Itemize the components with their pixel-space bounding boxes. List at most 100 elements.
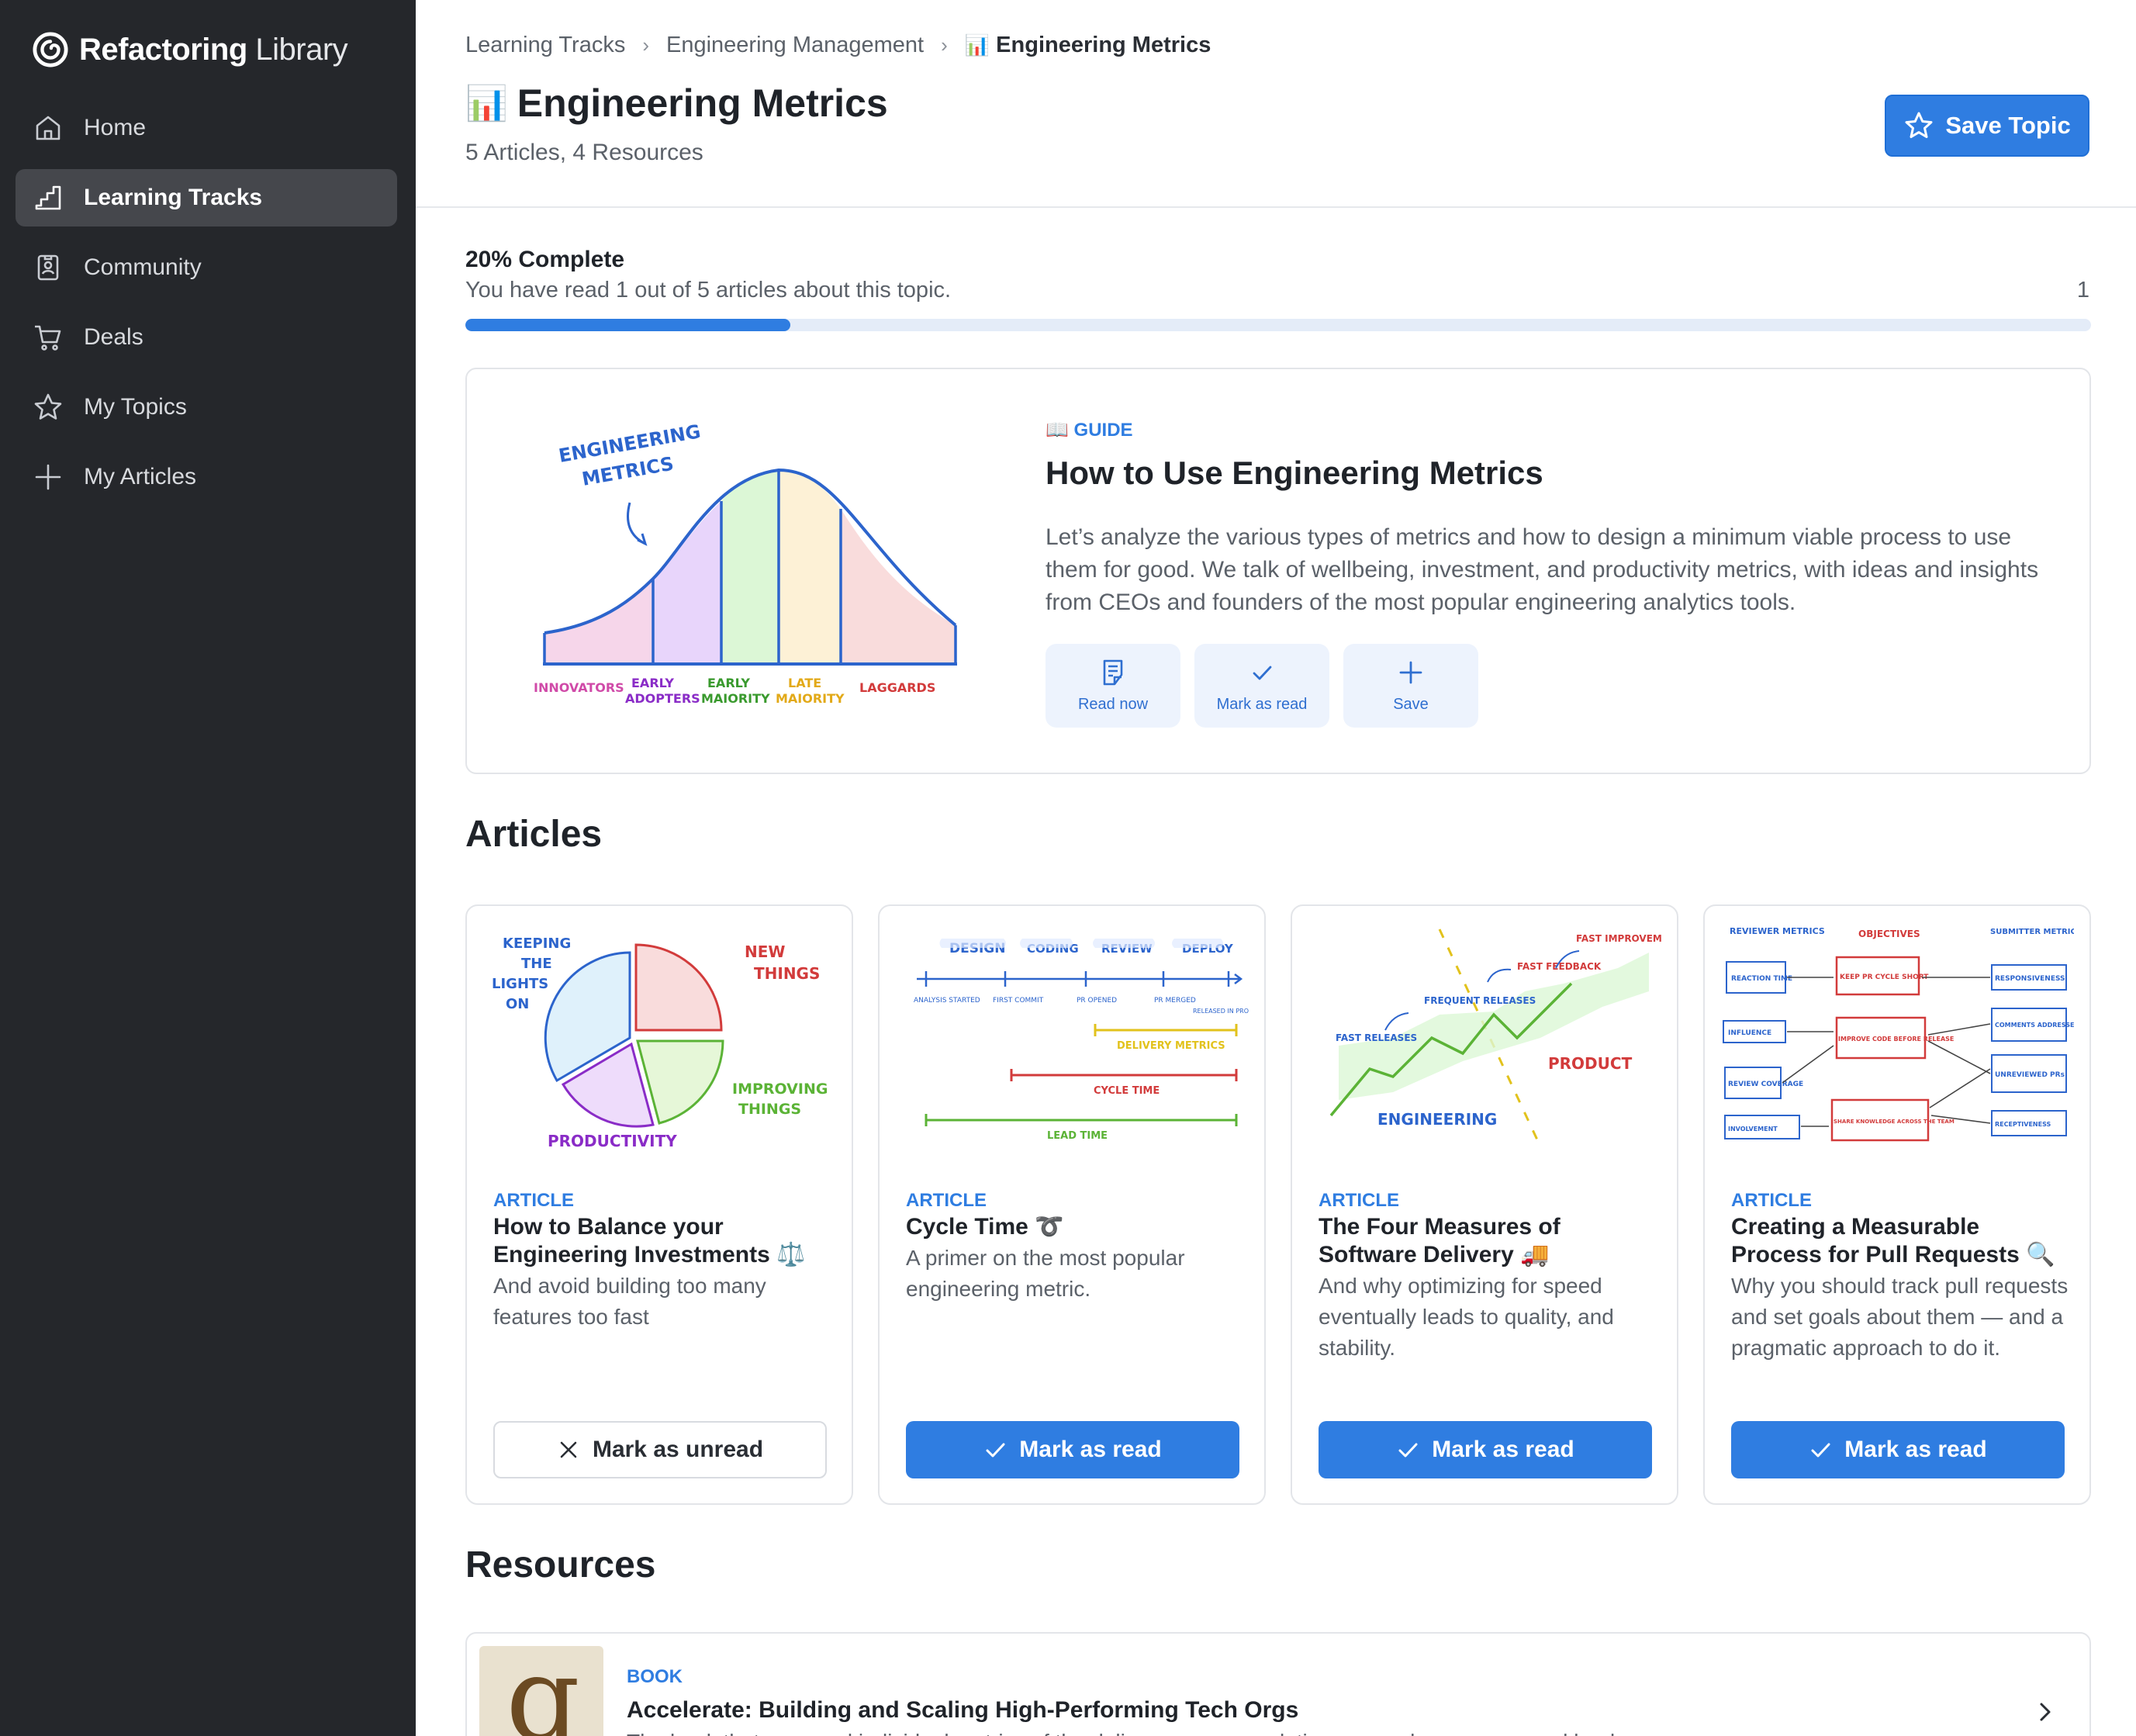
stairs-icon [35,185,61,210]
article-title[interactable]: Cycle Time ➰ [906,1213,1247,1241]
guide-description: Let’s analyze the various types of metri… [1046,524,2039,615]
svg-text:KEEPING: KEEPING [503,935,571,952]
sidebar-item-label: My Articles [84,464,197,489]
svg-text:SHARE KNOWLEDGE ACROSS THE TEA: SHARE KNOWLEDGE ACROSS THE TEAM [1834,1119,1955,1125]
article-kicker: ARTICLE [906,1190,987,1211]
sidebar-item-community[interactable]: Community [16,239,397,296]
guide-title[interactable]: How to Use Engineering Metrics [1046,455,1543,492]
badge-icon [37,254,59,281]
svg-text:INFLUENCE: INFLUENCE [1728,1029,1771,1037]
cycle-time-illustration: DESIGN CODING REVIEW DEPLOY ANALYSIS STA… [914,939,1249,1142]
page-header: Learning Tracks › Engineering Management… [416,0,2136,208]
article-card[interactable]: REVIEWER METRICS OBJECTIVES SUBMITTER ME… [1703,904,2091,1505]
article-card[interactable]: KEEPING THE LIGHTS ON NEW THINGS IMPROVI… [465,904,853,1505]
mark-as-read-button[interactable]: Mark as read [1731,1421,2065,1478]
close-icon [560,1441,577,1458]
button-label: Mark as unread [592,1437,764,1462]
article-description: A primer on the most popular engineering… [906,1246,1185,1301]
mark-as-read-button[interactable]: Mark as read [1319,1421,1652,1478]
mark-as-read-label: Mark as read [1216,695,1308,713]
article-title[interactable]: Creating a Measurable Process for Pull R… [1731,1213,2072,1269]
progress-bar-fill [465,319,791,331]
save-topic-button[interactable]: Save Topic [1885,95,2089,157]
sidebar-item-deals[interactable]: Deals [16,309,397,366]
svg-text:FIRST COMMIT: FIRST COMMIT [993,997,1044,1005]
guide-kicker: 📖 GUIDE [1046,420,1133,441]
svg-text:THINGS: THINGS [738,1101,801,1118]
article-description: And avoid building too many features too… [493,1274,766,1329]
sidebar-nav: Home Learning Tracks Community Deals My … [16,99,397,518]
thumb-letter: g [506,1646,581,1736]
article-title[interactable]: How to Balance your Engineering Investme… [493,1213,835,1269]
sidebar-item-label: Deals [84,324,143,350]
mark-as-read-button[interactable]: Mark as read [906,1421,1239,1478]
breadcrumb-item-engineering-management[interactable]: Engineering Management [666,33,924,58]
svg-text:RESPONSIVENESS: RESPONSIVENESS [1995,975,2065,983]
breadcrumb: Learning Tracks › Engineering Management… [465,33,1211,58]
save-guide-label: Save [1393,695,1429,713]
progress-title: 20% Complete [465,247,625,272]
breadcrumb-emoji: 📊 [964,33,990,57]
svg-text:MAJORITY: MAJORITY [776,691,845,703]
brand-logo-link[interactable]: Refactoring Library [33,29,348,70]
sidebar-item-my-articles[interactable]: My Articles [16,448,397,506]
svg-text:LAGGARDS: LAGGARDS [859,680,935,695]
guide-card[interactable]: ENGINEERING METRICS INNOVATORS EARLY ADO… [465,368,2091,774]
svg-text:DELIVERY METRICS: DELIVERY METRICS [1117,1040,1225,1052]
svg-text:PRODUCTIVITY: PRODUCTIVITY [548,1132,677,1150]
chevron-right-icon[interactable] [2032,1699,2058,1725]
sidebar-item-learning-tracks[interactable]: Learning Tracks [16,169,397,227]
svg-text:PR OPENED: PR OPENED [1077,997,1117,1005]
read-now-button[interactable]: Read now [1046,644,1180,728]
main-content: Learning Tracks › Engineering Management… [416,0,2136,1736]
title-text: Engineering Metrics [517,81,888,125]
svg-text:SUBMITTER METRICS: SUBMITTER METRICS [1990,928,2074,936]
spiral-logo-icon [33,32,68,67]
button-label: Mark as read [1432,1437,1574,1462]
svg-text:ANALYSIS STARTED: ANALYSIS STARTED [914,997,980,1005]
svg-text:EARLY: EARLY [631,676,674,690]
mark-as-read-button[interactable]: Mark as read [1194,644,1329,728]
svg-text:FAST IMPROVEMENTS: FAST IMPROVEMENTS [1576,933,1661,944]
svg-text:NEW: NEW [745,942,785,961]
svg-text:EARLY: EARLY [707,676,750,690]
home-icon [36,116,60,140]
star-icon [1905,112,1933,138]
svg-text:FAST RELEASES: FAST RELEASES [1336,1032,1417,1043]
resource-card[interactable]: g BOOK Accelerate: Building and Scaling … [465,1632,2091,1736]
svg-text:UNREVIEWED PRs: UNREVIEWED PRs [1995,1071,2065,1079]
svg-text:CYCLE TIME: CYCLE TIME [1094,1085,1160,1097]
svg-text:PRODUCT: PRODUCT [1548,1054,1633,1073]
pull-request-metrics-illustration: REVIEWER METRICS OBJECTIVES SUBMITTER ME… [1723,926,2074,1142]
brand-name: Refactoring Library [79,32,348,67]
article-card[interactable]: DESIGN CODING REVIEW DEPLOY ANALYSIS STA… [878,904,1266,1505]
mark-as-unread-button[interactable]: Mark as unread [493,1421,827,1478]
button-label: Mark as read [1019,1437,1162,1462]
svg-text:KEEP PR CYCLE SHORT: KEEP PR CYCLE SHORT [1840,973,1929,981]
breadcrumb-item-current: Engineering Metrics [996,33,1211,57]
svg-text:ON: ON [506,996,529,1012]
breadcrumb-item-learning-tracks[interactable]: Learning Tracks [465,33,625,58]
save-guide-button[interactable]: Save [1343,644,1478,728]
svg-text:RELEASED IN PRODUCTION: RELEASED IN PRODUCTION [1193,1008,1249,1015]
progress-count: 1 [2076,278,2089,303]
software-delivery-illustration: FAST RELEASES FREQUENT RELEASES FAST FEE… [1329,929,1661,1147]
save-topic-label: Save Topic [1945,112,2071,139]
sidebar-item-label: Community [84,254,202,280]
title-emoji: 📊 [465,85,508,123]
resource-title[interactable]: Accelerate: Building and Scaling High-Pe… [627,1697,1298,1724]
sidebar-item-my-topics[interactable]: My Topics [16,379,397,436]
svg-text:INNOVATORS: INNOVATORS [534,680,624,695]
svg-text:RECEPTIVENESS: RECEPTIVENESS [1995,1121,2051,1128]
cart-icon [35,325,61,351]
check-icon [1398,1443,1418,1458]
read-now-label: Read now [1077,695,1149,713]
check-icon [1811,1443,1830,1458]
progress-bar [465,319,2091,331]
progress-description: You have read 1 out of 5 articles about … [465,278,952,303]
article-title[interactable]: The Four Measures of Software Delivery 🚚 [1319,1213,1660,1269]
sidebar-item-home[interactable]: Home [16,99,397,157]
article-kicker: ARTICLE [1731,1190,1812,1211]
article-card[interactable]: FAST RELEASES FREQUENT RELEASES FAST FEE… [1291,904,1678,1505]
sidebar: Refactoring Library Home Learning Tracks… [0,0,416,1736]
